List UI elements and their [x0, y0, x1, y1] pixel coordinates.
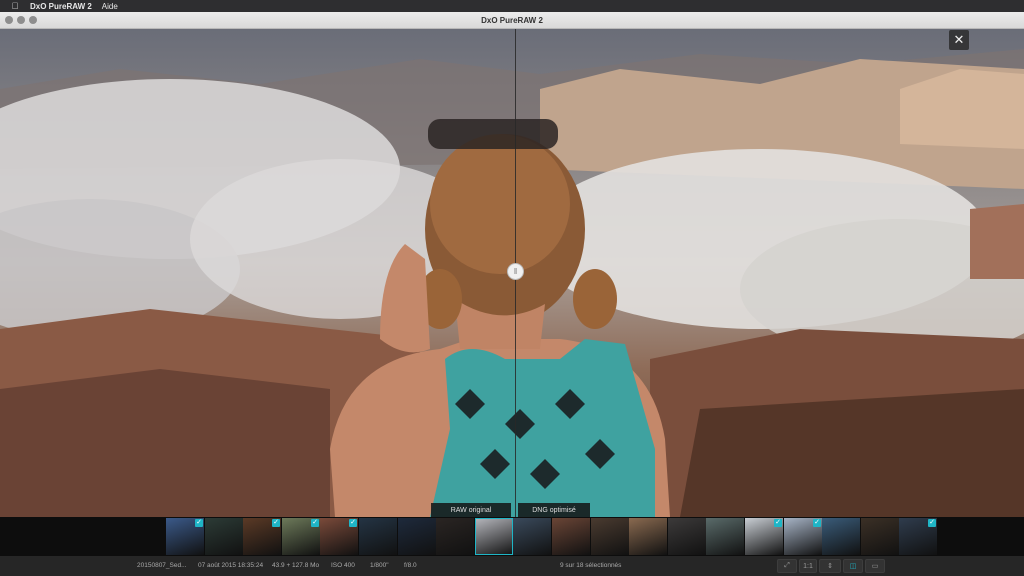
filmstrip-thumbnail[interactable]	[205, 518, 243, 555]
filmstrip-thumbnail[interactable]: ✓	[243, 518, 281, 555]
capture-date: 07 août 2015 18:35:24	[198, 562, 264, 569]
filmstrip-thumbnail[interactable]	[513, 518, 551, 555]
filmstrip-thumbnail[interactable]	[475, 518, 513, 555]
iso-value: ISO 400	[331, 562, 355, 569]
split-view-button[interactable]: ◫	[843, 559, 863, 573]
side-by-side-icon: ▭	[871, 563, 879, 570]
checkmark-icon[interactable]: ✓	[813, 519, 821, 527]
zoom-window-button[interactable]	[29, 16, 37, 24]
filmstrip-thumbnail[interactable]: ✓	[320, 518, 358, 555]
filmstrip-thumbnail[interactable]	[398, 518, 436, 555]
window-title: DxO PureRAW 2	[481, 15, 543, 25]
filmstrip-thumbnail[interactable]	[706, 518, 744, 555]
split-handle[interactable]: ‖	[507, 263, 524, 280]
checkmark-icon[interactable]: ✓	[311, 519, 319, 527]
selection-count: 9 sur 18 sélectionnés	[560, 562, 622, 569]
file-name: 20150807_Sed...	[137, 562, 187, 569]
filmstrip-thumbnail[interactable]: ✓	[282, 518, 320, 555]
status-bar: 20150807_Sed... 07 août 2015 18:35:24 43…	[0, 556, 1024, 576]
zoom-stepper[interactable]: ⇕	[819, 559, 841, 573]
checkmark-icon[interactable]: ✓	[272, 519, 280, 527]
filmstrip-thumbnail[interactable]	[591, 518, 629, 555]
checkmark-icon[interactable]: ✓	[349, 519, 357, 527]
fit-screen-icon: ⤢	[784, 562, 790, 569]
split-view-icon: ◫	[849, 563, 857, 570]
filmstrip-thumbnail[interactable]: ✓	[784, 518, 822, 555]
filmstrip-thumbnail[interactable]: ✓	[745, 518, 783, 555]
window-controls	[5, 16, 37, 24]
fit-screen-button[interactable]: ⤢	[777, 559, 797, 573]
checkmark-icon[interactable]: ✓	[195, 519, 203, 527]
filmstrip-thumbnail[interactable]	[668, 518, 706, 555]
menu-app-name[interactable]: DxO PureRAW 2	[30, 2, 92, 11]
filmstrip: ✓ ✓ ✓ ✓ ✓ ✓ ✓	[0, 517, 1024, 556]
apple-icon[interactable]: 	[10, 1, 20, 11]
minimize-window-button[interactable]	[17, 16, 25, 24]
zoom-1-1-button[interactable]: 1:1	[799, 559, 817, 573]
close-icon: ✕	[953, 32, 965, 47]
raw-original-label: RAW original	[431, 503, 511, 517]
filmstrip-thumbnail[interactable]	[552, 518, 590, 555]
zoom-level: 1:1	[803, 562, 813, 570]
stepper-icon: ⇕	[827, 563, 833, 570]
close-window-button[interactable]	[5, 16, 13, 24]
compare-viewer[interactable]: ‖ ✕ RAW original DNG optimisé	[0, 29, 1024, 517]
filmstrip-thumbnail[interactable]: ✓	[166, 518, 204, 555]
close-viewer-button[interactable]: ✕	[949, 30, 969, 50]
checkmark-icon[interactable]: ✓	[928, 519, 936, 527]
filmstrip-thumbnail[interactable]	[861, 518, 899, 555]
filmstrip-thumbnail[interactable]	[822, 518, 860, 555]
menu-help[interactable]: Aide	[102, 2, 118, 11]
menu-bar:  DxO PureRAW 2 Aide	[0, 0, 1024, 12]
filmstrip-thumbnail[interactable]	[359, 518, 397, 555]
file-size: 43.9 + 127.8 Mo	[272, 562, 320, 569]
side-by-side-button[interactable]: ▭	[865, 559, 885, 573]
drag-handle-icon: ‖	[513, 267, 518, 276]
dng-optimized-label: DNG optimisé	[518, 503, 590, 517]
aperture: f/8.0	[404, 562, 417, 569]
checkmark-icon[interactable]: ✓	[774, 519, 782, 527]
filmstrip-thumbnail[interactable]	[436, 518, 474, 555]
filmstrip-thumbnail[interactable]	[629, 518, 667, 555]
shutter-speed: 1/800"	[370, 562, 389, 569]
filmstrip-thumbnail[interactable]: ✓	[899, 518, 937, 555]
window-title-bar: DxO PureRAW 2	[0, 12, 1024, 29]
